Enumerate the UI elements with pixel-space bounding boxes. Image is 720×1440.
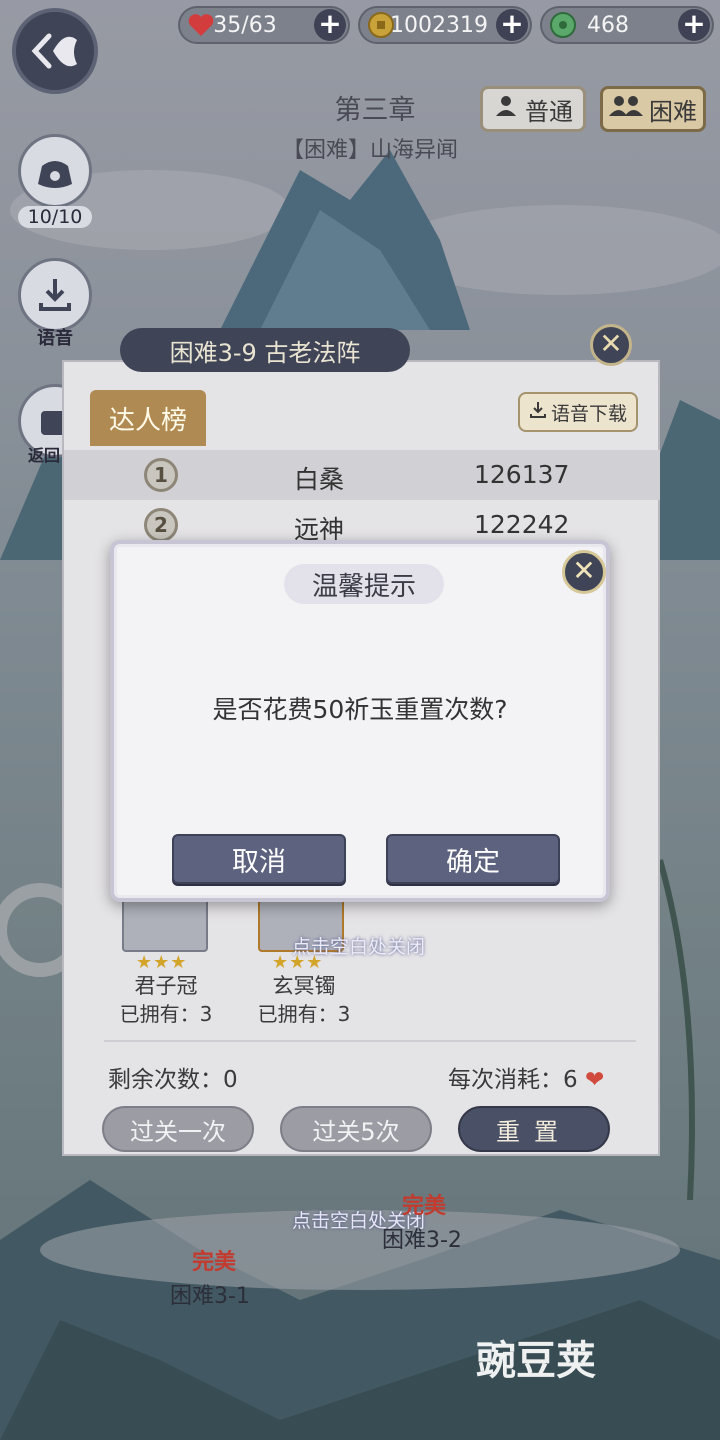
reward-name: 君子冠: [134, 974, 198, 998]
add-gems-button[interactable]: +: [678, 9, 710, 41]
player-score: 126137: [474, 460, 570, 489]
reward-name: 玄冥镯: [272, 974, 336, 998]
panel-close-button[interactable]: ✕: [590, 324, 632, 366]
stage-node-3-1[interactable]: 困难3-1: [170, 1278, 250, 1310]
cancel-button[interactable]: 取消: [172, 834, 346, 884]
bag-button[interactable]: [18, 134, 92, 208]
cost-per-attempt: 每次消耗：6 ❤: [448, 1060, 604, 1094]
cost-label: 每次消耗：6: [448, 1067, 578, 1093]
dialog-close-button[interactable]: ✕: [562, 550, 606, 594]
rank-medal-icon: 1: [144, 458, 178, 492]
heart-icon: ❤: [584, 1067, 605, 1093]
add-stamina-button[interactable]: +: [314, 9, 346, 41]
chapter-subtitle: 【困难】山海异闻: [281, 138, 458, 163]
reset-button[interactable]: 重置: [458, 1106, 610, 1152]
gem-counter: 468 +: [540, 6, 714, 44]
dialog-message: 是否花费50祈玉重置次数?: [212, 695, 508, 724]
coin-value: 1002319: [390, 12, 488, 38]
mode-normal-label: 普通: [525, 97, 573, 126]
group-icon: [609, 94, 643, 124]
confirm-dialog: 温馨提示 ✕ 是否花费50祈玉重置次数? 取消 确定: [110, 540, 610, 902]
back-arrow-icon: [31, 33, 77, 69]
watermark-logo: 豌豆荚: [476, 1338, 596, 1384]
stage-node-3-2[interactable]: 困难3-2: [382, 1222, 462, 1254]
reward-owned: 已拥有：3: [119, 1002, 213, 1026]
confirm-button[interactable]: 确定: [386, 834, 560, 884]
mode-normal-button[interactable]: 普通: [480, 86, 586, 132]
tab-leaderboard[interactable]: 达人榜: [90, 390, 206, 446]
divider: [104, 1040, 636, 1042]
stage-title: 困难3-9 古老法阵: [120, 328, 410, 372]
pouch-icon: [38, 161, 72, 188]
player-score: 122242: [474, 510, 570, 539]
mode-hard-label: 困难: [649, 97, 697, 126]
bag-count: 10/10: [18, 206, 92, 228]
add-coins-button[interactable]: +: [496, 9, 528, 41]
remaining-attempts: 剩余次数：0: [108, 1067, 238, 1093]
gem-value: 468: [587, 12, 629, 38]
coin-counter: 1002319 +: [358, 6, 532, 44]
voice-download-label: 语音下载: [550, 402, 627, 425]
person-icon: [493, 94, 519, 124]
rank-medal-icon: 2: [144, 508, 178, 542]
download-icon: [529, 401, 547, 424]
voice-label: 语音: [37, 328, 73, 349]
sweep-five-button[interactable]: 过关5次: [280, 1106, 432, 1152]
player-name: 白桑: [294, 465, 345, 494]
voice-button[interactable]: [18, 258, 92, 332]
stage-perfect-badge: 完美: [192, 1250, 237, 1275]
sweep-once-button[interactable]: 过关一次: [102, 1106, 254, 1152]
stage-perfect-badge: 完美: [402, 1194, 447, 1219]
reward-owned: 已拥有：3: [257, 1002, 351, 1026]
stamina-counter: 35/63 +: [178, 6, 350, 44]
tap-to-close-hint: 点击空白处关闭: [292, 936, 426, 958]
stamina-value: 35/63: [213, 12, 277, 38]
chapter-title: 第三章: [334, 95, 416, 126]
dialog-title: 温馨提示: [284, 564, 444, 604]
download-icon: [39, 279, 71, 311]
voice-download-button[interactable]: 语音下载: [518, 392, 638, 432]
leaderboard-row: 1 白桑 126137: [64, 450, 660, 500]
mode-hard-button[interactable]: 困难: [600, 86, 706, 132]
back-button[interactable]: [12, 8, 98, 94]
